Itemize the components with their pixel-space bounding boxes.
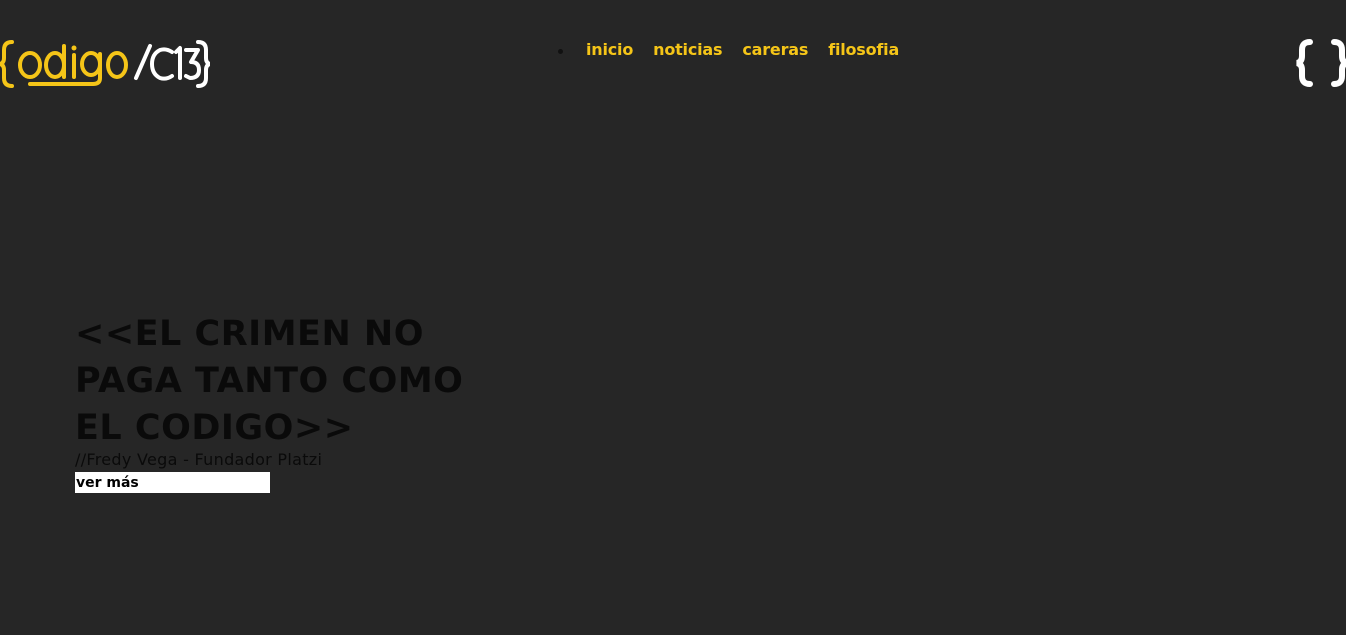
site-logo[interactable] [0,36,210,92]
hero-quote: <<EL CRIMEN NO PAGA TANTO COMO EL CODIGO… [75,314,464,448]
nav-bullet [558,48,563,54]
nav-link-inicio[interactable]: inicio [586,40,633,59]
braces-icon[interactable] [1296,38,1346,88]
see-more-button[interactable]: ver más [75,472,270,493]
main-nav: inicio noticias careras filosofia [558,38,919,62]
hero-section: <<EL CRIMEN NO PAGA TANTO COMO EL CODIGO… [75,311,495,493]
hero-author: //Fredy Vega - Fundador Platzi [75,450,323,469]
nav-link-noticias[interactable]: noticias [653,40,722,59]
codigo-c13-logo [0,40,210,88]
nav-link-careras[interactable]: careras [742,40,808,59]
nav-link-filosofia[interactable]: filosofia [828,40,899,59]
